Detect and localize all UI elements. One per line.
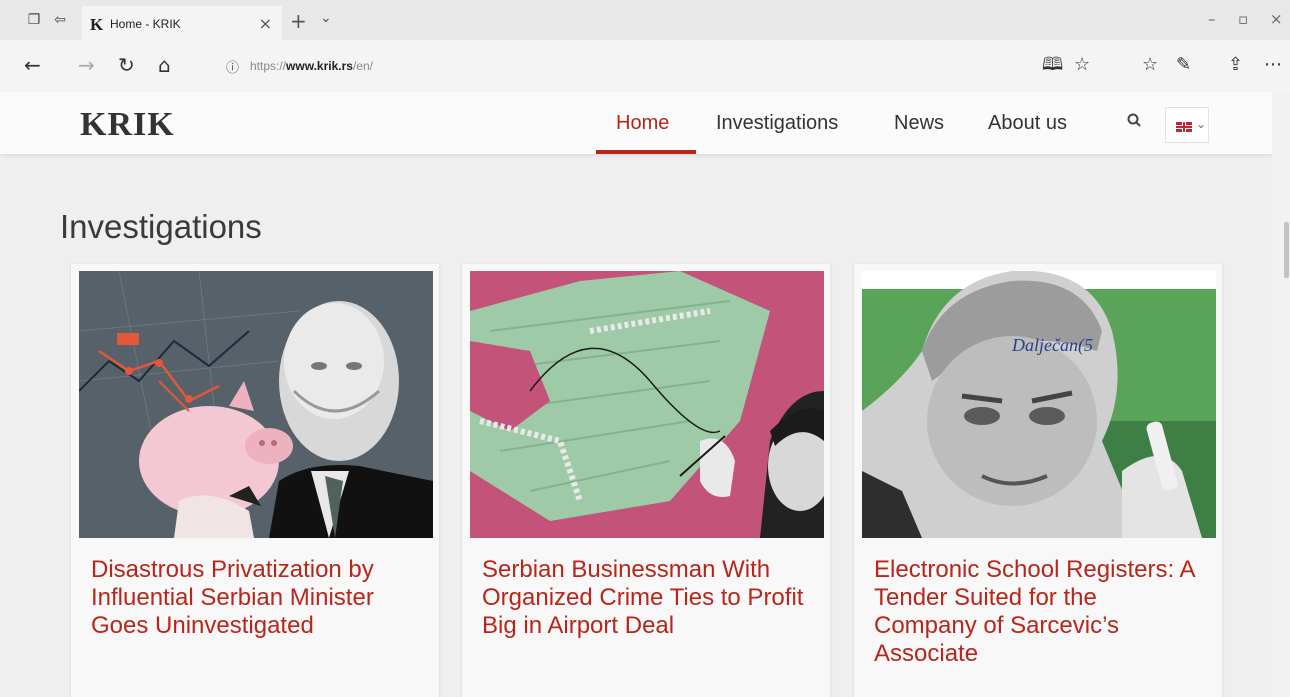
- more-icon[interactable]: ⋯: [1264, 54, 1282, 76]
- tab-title: Home - KRIK: [110, 17, 181, 31]
- info-icon[interactable]: ⓘ: [226, 57, 239, 76]
- scrollbar-thumb[interactable]: [1284, 222, 1289, 278]
- refresh-icon[interactable]: ↻: [118, 54, 135, 76]
- home-icon[interactable]: ⌂: [158, 54, 171, 76]
- investigation-card[interactable]: Dalječan(5 Electronic School Registers: …: [854, 264, 1222, 697]
- active-nav-indicator: [596, 150, 696, 154]
- reading-view-icon[interactable]: 🕮: [1042, 54, 1063, 76]
- card-title[interactable]: Serbian Businessman With Organized Crime…: [482, 556, 812, 640]
- uk-flag-icon: [1176, 122, 1192, 132]
- address-bar[interactable]: ⓘ https://www.krik.rs/en/: [214, 50, 1054, 82]
- section-title: Investigations: [60, 208, 262, 245]
- favorite-star-icon[interactable]: ☆: [1074, 54, 1090, 76]
- nav-investigations[interactable]: Investigations: [716, 112, 838, 135]
- window-close-icon[interactable]: ×: [1270, 10, 1283, 28]
- tab-preview-icon[interactable]: ❐: [26, 12, 42, 28]
- page-scrollbar[interactable]: [1272, 92, 1290, 697]
- nav-about-us[interactable]: About us: [988, 112, 1067, 135]
- back-icon[interactable]: ←: [24, 54, 41, 76]
- card-image-school-registers[interactable]: Dalječan(5: [862, 271, 1216, 538]
- investigation-card[interactable]: Disastrous Privatization by Influential …: [71, 264, 439, 697]
- browser-tab-bar: ❐ ⇦ K Home - KRIK × + ⌄ – ▫ ×: [0, 0, 1290, 40]
- minimize-icon[interactable]: –: [1208, 10, 1216, 28]
- chevron-down-icon[interactable]: ⌄: [320, 10, 332, 26]
- tab-favicon: K: [90, 15, 104, 34]
- card-image-airport-deal[interactable]: [470, 271, 824, 538]
- nav-home[interactable]: Home: [616, 112, 669, 135]
- investigation-card[interactable]: Serbian Businessman With Organized Crime…: [462, 264, 830, 697]
- browser-tab[interactable]: K Home - KRIK ×: [82, 6, 282, 40]
- site-logo[interactable]: KRIK: [80, 106, 175, 144]
- search-icon[interactable]: [1126, 112, 1144, 130]
- card-image-handwriting: Dalječan(5: [1011, 335, 1093, 356]
- favorites-icon[interactable]: ☆: [1142, 54, 1158, 76]
- pen-icon[interactable]: ✎: [1176, 54, 1191, 76]
- address-toolbar: ← → ↻ ⌂ ⓘ https://www.krik.rs/en/ 🕮 ☆ ☆ …: [0, 40, 1290, 92]
- card-title[interactable]: Electronic School Registers: A Tender Su…: [874, 556, 1204, 668]
- card-title[interactable]: Disastrous Privatization by Influential …: [91, 556, 421, 640]
- chevron-down-icon: ⌄: [1196, 117, 1207, 131]
- set-aside-icon[interactable]: ⇦: [52, 12, 68, 28]
- site-header: KRIK Home Investigations News About us ⌄: [0, 92, 1272, 154]
- url-text[interactable]: https://www.krik.rs/en/: [250, 59, 373, 73]
- card-image-privatization[interactable]: [79, 271, 433, 538]
- new-tab-icon[interactable]: +: [290, 9, 307, 33]
- maximize-icon[interactable]: ▫: [1238, 10, 1248, 28]
- nav-news[interactable]: News: [894, 112, 944, 135]
- language-selector[interactable]: ⌄: [1165, 107, 1209, 143]
- share-icon[interactable]: ⇪: [1228, 54, 1243, 76]
- forward-icon[interactable]: →: [78, 54, 95, 76]
- close-icon[interactable]: ×: [259, 14, 272, 33]
